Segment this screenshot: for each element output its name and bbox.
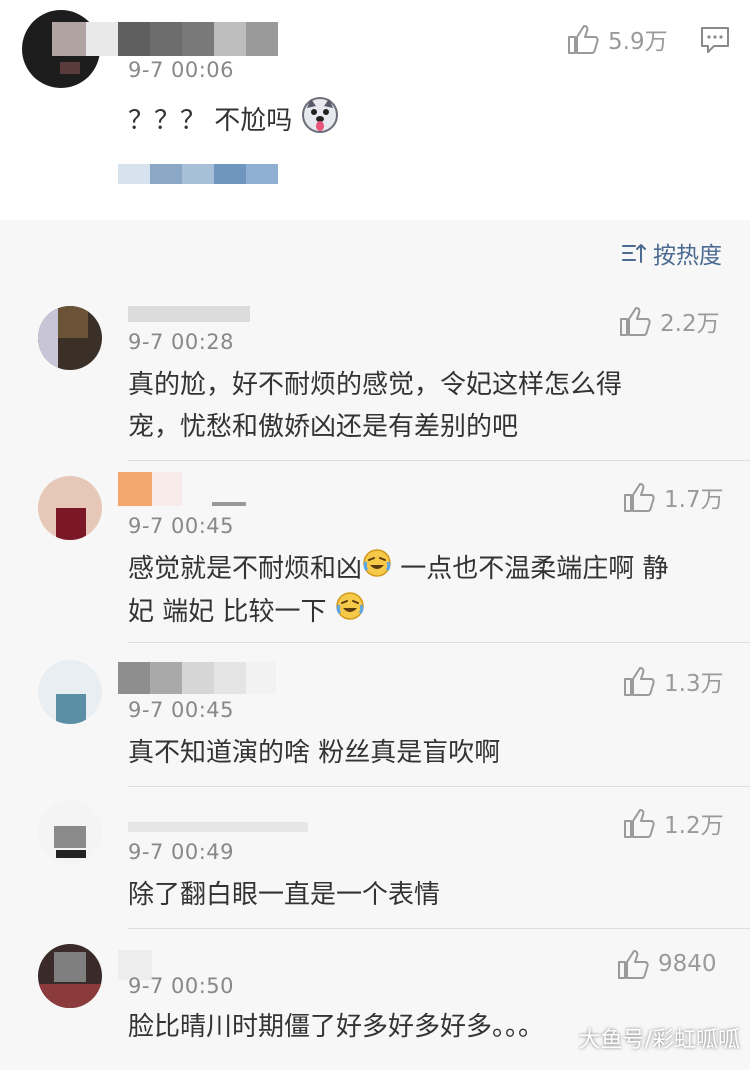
- comment-line-part: 一点也不温柔端庄啊 静: [400, 554, 669, 584]
- comment-time: 9-7 00:49: [128, 840, 234, 864]
- comment-line: 脸比晴川时期僵了好多好多好多。。。: [128, 1012, 545, 1042]
- comment-time: 9-7 00:28: [128, 330, 234, 354]
- thumbs-up-icon: [618, 950, 649, 979]
- like-button[interactable]: 1.7万: [622, 480, 724, 514]
- comment-line: 真不知道演的啥 粉丝真是盲吹啊: [128, 738, 501, 768]
- like-count: 1.3万: [664, 671, 724, 697]
- comment-line: 感觉就是不耐烦和凶 一点也不温柔端庄啊 静: [128, 548, 669, 591]
- top-comment: 9-7 00:06 ？？？ 不尬吗 5.9万: [0, 0, 750, 220]
- reply-preview-redacted[interactable]: [118, 164, 278, 184]
- comment-text: 除了翻白眼一直是一个表情: [128, 874, 440, 916]
- avatar[interactable]: [38, 476, 102, 540]
- like-button[interactable]: 5.9万: [566, 22, 668, 56]
- husky-emoji-icon: [301, 96, 339, 147]
- username-redacted[interactable]: [128, 822, 308, 832]
- username-redacted[interactable]: [118, 472, 246, 506]
- reply-icon[interactable]: [700, 26, 730, 58]
- avatar[interactable]: [38, 944, 102, 1008]
- comment-text: 真的尬，好不耐烦的感觉，令妃这样怎么得 宠，忧愁和傲娇凶还是有差别的吧: [128, 364, 622, 448]
- thumbs-up-icon: [624, 483, 655, 512]
- like-count: 9840: [658, 951, 717, 977]
- comment-line: 真的尬，好不耐烦的感觉，令妃这样怎么得: [128, 370, 623, 400]
- comment-text-content: ？？？ 不尬吗: [128, 106, 293, 136]
- comment-time: 9-7 00:50: [128, 974, 234, 998]
- comment-line: 除了翻白眼一直是一个表情: [128, 880, 441, 910]
- thumbs-up-icon: [624, 809, 655, 838]
- like-count: 2.2万: [660, 311, 720, 337]
- sort-icon: [622, 244, 646, 263]
- divider: [128, 460, 750, 461]
- comment-text: 感觉就是不耐烦和凶 一点也不温柔端庄啊 静 妃 端妃 比较一下: [128, 548, 669, 634]
- like-button[interactable]: 9840: [616, 948, 717, 980]
- username-redacted[interactable]: [52, 22, 278, 56]
- comment-time: 9-7 00:45: [128, 698, 234, 722]
- comment-time: 9-7 00:45: [128, 514, 234, 538]
- like-button[interactable]: 1.3万: [622, 664, 724, 698]
- like-button[interactable]: 2.2万: [618, 304, 720, 338]
- comment-text: 脸比晴川时期僵了好多好多好多。。。: [128, 1006, 544, 1048]
- thumbs-up-icon: [620, 307, 651, 336]
- watermark: 大鱼号/彩虹呱呱: [578, 1028, 740, 1053]
- comment-line: 妃 端妃 比较一下: [128, 591, 669, 634]
- thumbs-up-icon: [568, 25, 599, 54]
- like-count: 1.2万: [664, 813, 724, 839]
- like-button[interactable]: 1.2万: [622, 806, 724, 840]
- sort-toggle[interactable]: 按热度: [621, 236, 722, 270]
- username-redacted[interactable]: [128, 306, 250, 322]
- sort-label: 按热度: [653, 243, 722, 269]
- comment-line-part: 妃 端妃 比较一下: [128, 597, 327, 627]
- avatar[interactable]: [38, 800, 102, 864]
- comment-text: 真不知道演的啥 粉丝真是盲吹啊: [128, 732, 500, 774]
- comment-line: 宠，忧愁和傲娇凶还是有差别的吧: [128, 412, 519, 442]
- comment-time: 9-7 00:06: [128, 58, 234, 82]
- thumbs-up-icon: [624, 667, 655, 696]
- laugh-cry-emoji-icon: [335, 591, 365, 634]
- like-count: 1.7万: [664, 487, 724, 513]
- divider: [128, 928, 750, 929]
- avatar[interactable]: [38, 306, 102, 370]
- comment-line-part: 感觉就是不耐烦和凶: [128, 554, 363, 584]
- comment-text: ？？？ 不尬吗: [128, 96, 339, 147]
- divider: [128, 642, 750, 643]
- avatar[interactable]: [38, 660, 102, 724]
- like-count: 5.9万: [608, 29, 668, 55]
- username-redacted[interactable]: [118, 662, 276, 694]
- divider: [128, 786, 750, 787]
- laugh-cry-emoji-icon: [362, 548, 392, 591]
